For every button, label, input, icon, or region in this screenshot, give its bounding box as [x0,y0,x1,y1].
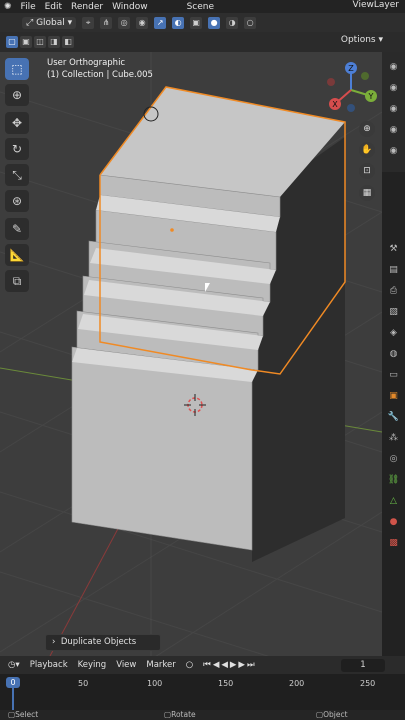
view-layer-selector[interactable]: ViewLayer [353,0,399,10]
tick-250: 250 [360,679,376,688]
status-object-label: Object [323,710,348,719]
tick-100: 100 [147,679,163,688]
gizmo-toggle-icon[interactable]: ↗ [154,16,167,29]
select-intersect-icon[interactable]: ◧ [62,36,74,48]
current-frame-field[interactable]: 1 [341,659,385,672]
playback-menu[interactable]: Playback [30,660,68,670]
tick-50: 50 [78,679,89,688]
status-select: ▢ Select [8,710,39,719]
hide-toggle-icon-3[interactable]: ◉ [387,102,401,116]
operator-panel-label: Duplicate Objects [60,637,137,647]
status-bar: ▢ Select ▢ Rotate View ▢ Object [0,710,405,720]
pivot-point-icon[interactable]: ⌖ [82,16,95,29]
material-properties-icon[interactable]: ● [387,515,401,529]
menu-edit[interactable]: Edit [45,2,62,12]
xray-icon[interactable]: ▣ [190,16,203,29]
transform-orientation-dropdown[interactable]: ⤢ Global ▾ [22,16,77,29]
move-tool-icon[interactable]: ✥ [5,112,29,134]
options-dropdown[interactable]: Options ▾ [341,35,383,45]
object-properties-icon[interactable]: ▣ [387,389,401,403]
menu-render[interactable]: Render [71,2,103,12]
collection-info: (1) Collection | Cube.005 [47,70,153,80]
zoom-icon[interactable]: ⊕ [359,121,375,137]
object-origin [170,228,174,232]
tool-properties-icon[interactable]: ⚒ [387,242,401,256]
3d-viewport[interactable]: User Orthographic (1) Collection | Cube.… [0,52,382,656]
scale-tool-icon[interactable]: ⤡ [5,164,29,186]
material-shading-icon[interactable]: ◑ [226,16,239,29]
overlay-toggle-icon[interactable]: ◐ [172,16,185,29]
solid-shading-icon[interactable]: ● [208,16,221,29]
status-rotate-label: Rotate View [171,710,196,720]
marker-menu[interactable]: Marker [146,660,175,670]
timeline-ruler[interactable]: 0 50 100 150 200 250 [0,674,405,710]
top-menu-bar: ✺ File Edit Render Window Scene ViewLaye… [0,0,405,13]
perspective-toggle-icon[interactable]: ▦ [359,185,375,201]
physics-properties-icon[interactable]: ◎ [387,452,401,466]
tick-200: 200 [289,679,305,688]
options-label: Options [340,35,376,45]
annotate-tool-icon[interactable]: ✎ [5,218,29,240]
view-menu[interactable]: View [116,660,136,670]
select-new-icon[interactable]: ▢ [6,36,18,48]
menu-file[interactable]: File [21,2,36,12]
pan-hand-icon[interactable]: ✋ [359,142,375,158]
select-extend-icon[interactable]: ▣ [20,36,32,48]
add-cube-tool-icon[interactable]: ⧉ [5,270,29,292]
viewport-header: ⤢ Global ▾ ⌖ ⋔ ◎ ◉ ↗ ◐ ▣ ● ◑ ○ [0,13,405,32]
playback-controls[interactable]: ⏮◀◀▶▶⏭ [203,660,256,670]
proportional-edit-icon[interactable]: ◎ [118,16,131,29]
render-properties-icon[interactable]: ▤ [387,263,401,277]
scene-selector[interactable]: Scene [187,2,214,12]
transform-tool-icon[interactable]: ⊛ [5,190,29,212]
status-rotate: ▢ Rotate View [164,710,196,720]
status-object: ▢ Object [316,710,348,719]
modifier-properties-icon[interactable]: 🔧 [387,410,401,424]
gizmo-z-label: Z [348,64,354,73]
particles-properties-icon[interactable]: ⁂ [387,431,401,445]
measure-tool-icon[interactable]: 📐 [5,244,29,266]
hide-toggle-icon-5[interactable]: ◉ [387,144,401,158]
collection-properties-icon[interactable]: ▭ [387,368,401,382]
scene-properties-icon[interactable]: ◈ [387,326,401,340]
view-name: User Orthographic [47,58,126,68]
gizmo-x-label: X [332,100,338,109]
gizmo-y-label: Y [368,92,374,101]
hide-toggle-icon-2[interactable]: ◉ [387,81,401,95]
outliner-visibility-strip: ◉ ◉ ◉ ◉ ◉ [382,52,405,172]
keying-menu[interactable]: Keying [78,660,107,670]
operator-panel-duplicate[interactable]: › Duplicate Objects [45,634,161,651]
mouse-cursor-icon [205,283,216,292]
data-properties-icon[interactable]: △ [387,494,401,508]
visibility-icon[interactable]: ◉ [136,16,149,29]
output-properties-icon[interactable]: ⎙ [387,284,401,298]
timeline-editor-icon[interactable]: ◷▾ [8,660,20,670]
constraints-properties-icon[interactable]: ⛓ [387,473,401,487]
mode-select-row: ▢ ▣ ◫ ◨ ◧ Options ▾ [0,32,405,52]
texture-properties-icon[interactable]: ▩ [387,536,401,550]
navigation-gizmo[interactable]: Z Y X [323,62,379,118]
status-select-label: Select [15,710,39,719]
select-invert-icon[interactable]: ◨ [48,36,60,48]
camera-view-icon[interactable]: ⊡ [359,163,375,179]
world-properties-icon[interactable]: ◍ [387,347,401,361]
view-layer-properties-icon[interactable]: ▧ [387,305,401,319]
record-icon[interactable]: ○ [186,660,193,670]
select-box-tool-icon[interactable]: ⬚ [5,58,29,80]
menu-window[interactable]: Window [112,2,148,12]
cursor-tool-icon[interactable]: ⊕ [5,84,29,106]
tool-shelf: ⬚ ⊕ ✥ ↻ ⤡ ⊛ ✎ 📐 ⧉ [5,58,33,296]
playhead[interactable]: 0 [6,677,20,688]
hide-toggle-icon-4[interactable]: ◉ [387,123,401,137]
select-subtract-icon[interactable]: ◫ [34,36,46,48]
blender-logo-icon[interactable]: ✺ [4,2,12,12]
viewport-canvas [0,52,382,656]
snap-icon[interactable]: ⋔ [100,16,113,29]
tick-150: 150 [218,679,234,688]
rendered-shading-icon[interactable]: ○ [244,16,257,29]
rotate-tool-icon[interactable]: ↻ [5,138,29,160]
transform-orientation-label: Global [36,17,65,28]
playhead-line [12,688,14,710]
hide-toggle-icon-1[interactable]: ◉ [387,60,401,74]
